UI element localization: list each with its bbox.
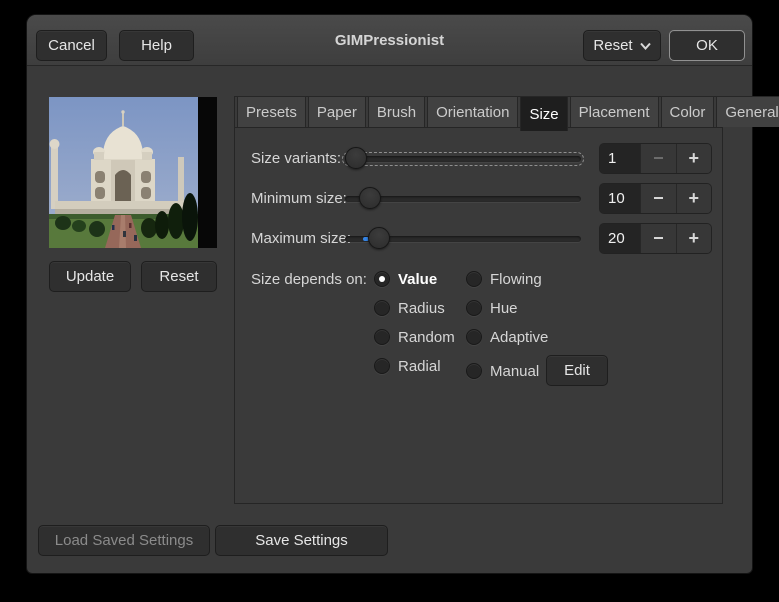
size-variants-spinbox: 1 − + (599, 143, 712, 174)
radio-button-icon (374, 329, 390, 345)
radio-random[interactable]: Random (374, 327, 455, 347)
tab-placement[interactable]: Placement (570, 96, 659, 127)
headerbar: GIMPressionist Cancel Help Reset OK (27, 15, 752, 66)
save-settings-button[interactable]: Save Settings (215, 525, 388, 556)
radio-button-icon (374, 300, 390, 316)
size-variants-label: Size variants: (251, 143, 341, 174)
cancel-button[interactable]: Cancel (36, 30, 107, 61)
maximum-size-spinbox: 20 − + (599, 223, 712, 254)
maximum-size-slider[interactable] (345, 223, 581, 254)
minus-icon[interactable]: − (640, 184, 675, 213)
radio-manual[interactable]: Manual (466, 361, 539, 381)
preview-image (49, 97, 217, 248)
radio-button-icon (374, 358, 390, 374)
radio-button-icon (374, 271, 390, 287)
focus-ring (342, 152, 584, 166)
radio-button-icon (466, 271, 482, 287)
size-variants-value[interactable]: 1 (600, 144, 640, 173)
chevron-down-icon (640, 37, 651, 54)
screen: GIMPressionist Cancel Help Reset OK (0, 0, 779, 602)
edit-button[interactable]: Edit (546, 355, 608, 386)
gimpressionist-dialog: GIMPressionist Cancel Help Reset OK (27, 15, 752, 573)
maximum-size-thumb[interactable] (368, 227, 390, 249)
preview-reset-button[interactable]: Reset (141, 261, 217, 292)
tab-presets[interactable]: Presets (237, 96, 306, 127)
minimum-size-slider[interactable] (345, 183, 581, 214)
radio-radius[interactable]: Radius (374, 298, 445, 318)
ok-button[interactable]: OK (669, 30, 745, 61)
radio-value[interactable]: Value (374, 269, 437, 289)
radio-radial[interactable]: Radial (374, 356, 441, 376)
tab-paper[interactable]: Paper (308, 96, 366, 127)
radio-button-icon (466, 363, 482, 379)
size-variants-thumb[interactable] (345, 147, 367, 169)
radio-adaptive[interactable]: Adaptive (466, 327, 548, 347)
minus-icon[interactable]: − (640, 144, 675, 173)
update-button[interactable]: Update (49, 261, 131, 292)
reset-menu-button[interactable]: Reset (583, 30, 661, 61)
minus-icon[interactable]: − (640, 224, 675, 253)
minimum-size-thumb[interactable] (359, 187, 381, 209)
minimum-size-label: Minimum size: (251, 183, 347, 214)
tab-general[interactable]: General (716, 96, 779, 127)
tab-bar: Presets Paper Brush Orientation Size Pla… (235, 96, 722, 128)
radio-hue[interactable]: Hue (466, 298, 518, 318)
tab-orientation[interactable]: Orientation (427, 96, 518, 127)
minimum-size-spinbox: 10 − + (599, 183, 712, 214)
tab-color[interactable]: Color (661, 96, 715, 127)
plus-icon[interactable]: + (676, 184, 711, 213)
radio-button-icon (466, 329, 482, 345)
tab-size[interactable]: Size (520, 96, 567, 131)
minimum-size-value[interactable]: 10 (600, 184, 640, 213)
size-depends-label: Size depends on: (251, 264, 367, 295)
settings-notebook: Presets Paper Brush Orientation Size Pla… (234, 96, 723, 504)
radio-flowing[interactable]: Flowing (466, 269, 542, 289)
load-saved-settings-button[interactable]: Load Saved Settings (38, 525, 210, 556)
maximum-size-value[interactable]: 20 (600, 224, 640, 253)
plus-icon[interactable]: + (676, 144, 711, 173)
help-button[interactable]: Help (119, 30, 194, 61)
radio-button-icon (466, 300, 482, 316)
reset-menu-label: Reset (593, 37, 632, 54)
maximum-size-label: Maximum size: (251, 223, 351, 254)
size-variants-slider[interactable] (345, 143, 581, 174)
plus-icon[interactable]: + (676, 224, 711, 253)
tab-brush[interactable]: Brush (368, 96, 425, 127)
